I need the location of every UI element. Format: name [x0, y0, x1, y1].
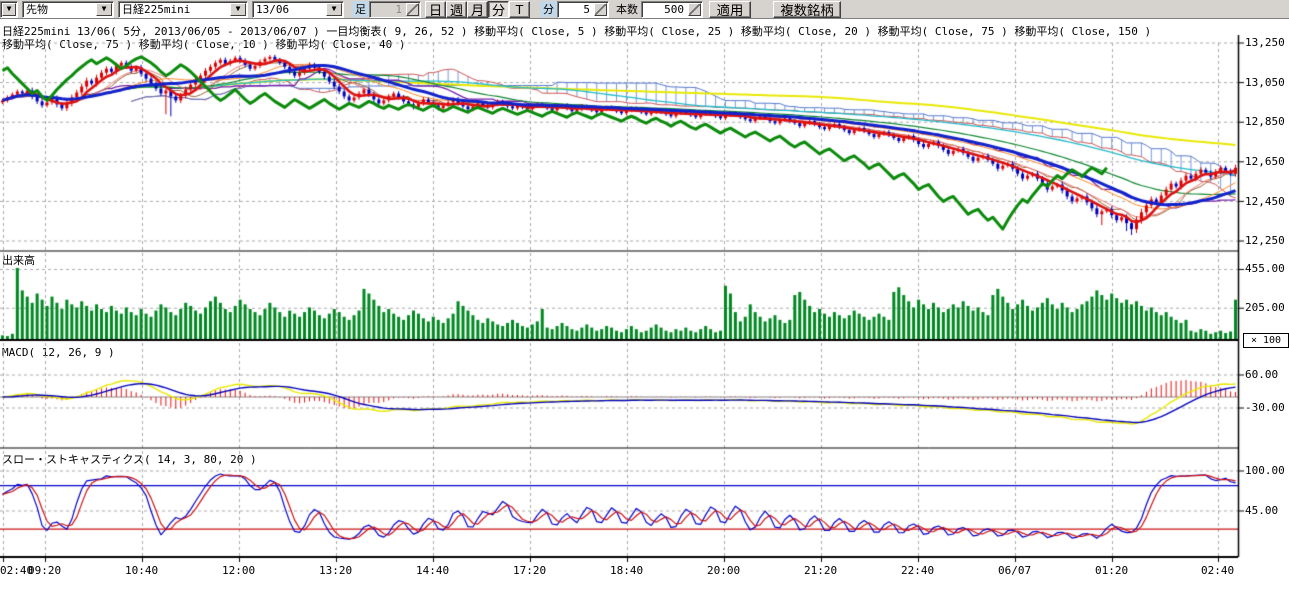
- ashi-stepper[interactable]: 1: [369, 1, 421, 18]
- period-minute-button[interactable]: 分: [488, 1, 509, 18]
- toolbar: ▼ 先物 ▼ 日経225mini ▼ 13/06 ▼ 足 1 日 週 月 分 T…: [0, 0, 1289, 19]
- mini-combo[interactable]: ▼: [0, 1, 18, 18]
- minute-value: 5: [558, 3, 593, 16]
- period-week-button[interactable]: 週: [446, 1, 467, 18]
- bars-value: 500: [642, 3, 687, 16]
- contract-month-select[interactable]: 13/06 ▼: [252, 1, 344, 18]
- bars-label: 本数: [613, 1, 641, 17]
- multi-symbol-button[interactable]: 複数銘柄: [773, 1, 841, 18]
- apply-button[interactable]: 適用: [709, 1, 751, 18]
- chevron-down-icon[interactable]: ▼: [326, 3, 342, 16]
- instrument-type-value: 先物: [23, 1, 95, 17]
- period-day-button[interactable]: 日: [425, 1, 446, 18]
- ashi-label: 足: [352, 1, 369, 17]
- chevron-down-icon[interactable]: ▼: [230, 3, 246, 16]
- instrument-type-select[interactable]: 先物 ▼: [22, 1, 114, 18]
- spinner-icon[interactable]: [688, 3, 701, 16]
- symbol-value: 日経225mini: [119, 1, 229, 17]
- ashi-value: 1: [370, 3, 405, 16]
- chart-canvas[interactable]: [0, 19, 1289, 589]
- chevron-down-icon[interactable]: ▼: [2, 3, 16, 16]
- minute-label: 分: [540, 1, 557, 17]
- period-month-button[interactable]: 月: [467, 1, 488, 18]
- chart-panel: 日経225mini 13/06( 5分, 2013/06/05 - 2013/0…: [0, 19, 1289, 589]
- spinner-icon[interactable]: [406, 3, 419, 16]
- period-tick-button[interactable]: T: [509, 1, 530, 18]
- minute-stepper[interactable]: 5: [557, 1, 609, 18]
- bars-stepper[interactable]: 500: [641, 1, 703, 18]
- spinner-icon[interactable]: [594, 3, 607, 16]
- contract-month-value: 13/06: [253, 3, 325, 16]
- chevron-down-icon[interactable]: ▼: [96, 3, 112, 16]
- symbol-select[interactable]: 日経225mini ▼: [118, 1, 248, 18]
